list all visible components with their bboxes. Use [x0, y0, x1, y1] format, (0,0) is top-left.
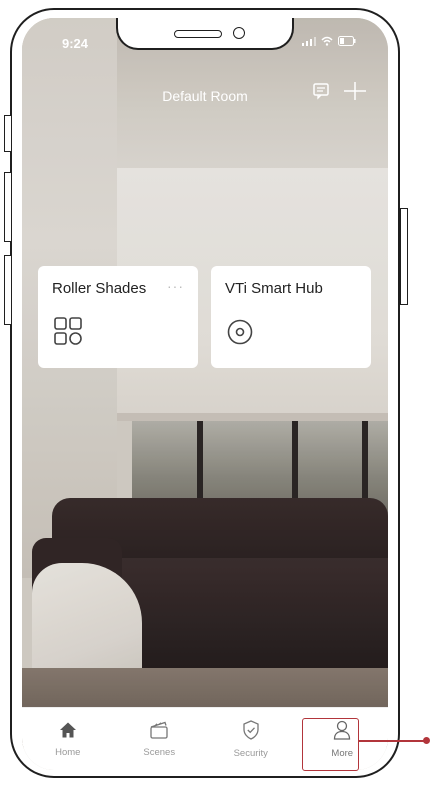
volume-up-button — [4, 172, 12, 242]
tab-label: Security — [233, 747, 268, 759]
tab-scenes[interactable]: Scenes — [123, 721, 195, 758]
power-button — [400, 208, 408, 305]
status-time: 9:24 — [62, 36, 89, 51]
clapperboard-icon — [149, 721, 169, 744]
card-title: VTi Smart Hub — [225, 280, 323, 297]
volume-down-button — [4, 255, 12, 325]
tab-security[interactable]: Security — [215, 719, 287, 759]
room-title[interactable]: Default Room — [22, 88, 388, 104]
tab-label: Home — [55, 746, 81, 758]
wifi-icon — [321, 36, 333, 49]
room-background-photo — [22, 18, 388, 770]
battery-icon — [338, 36, 356, 49]
signal-icon — [302, 36, 316, 49]
device-card-smart-hub[interactable]: VTi Smart Hub — [211, 266, 371, 368]
app-screen: 9:24 Default Room Roller Shades ··· VTi … — [22, 18, 388, 770]
tab-home[interactable]: Home — [32, 721, 104, 758]
more-tab-highlight-box — [302, 718, 359, 771]
callout-dot — [423, 737, 430, 744]
hub-disc-icon — [227, 319, 253, 350]
card-title: Roller Shades — [52, 280, 147, 297]
mute-switch — [4, 115, 12, 152]
home-icon — [59, 721, 77, 744]
grid-icon — [54, 317, 82, 350]
plus-icon[interactable] — [344, 82, 366, 105]
phone-notch — [116, 18, 294, 50]
shield-check-icon — [242, 719, 260, 745]
message-icon[interactable] — [312, 82, 330, 105]
tab-label: Scenes — [143, 746, 176, 758]
more-options-icon[interactable]: ··· — [167, 278, 184, 294]
status-icons — [302, 36, 356, 49]
device-card-roller-shades[interactable]: Roller Shades ··· — [38, 266, 198, 368]
callout-line — [359, 740, 425, 742]
